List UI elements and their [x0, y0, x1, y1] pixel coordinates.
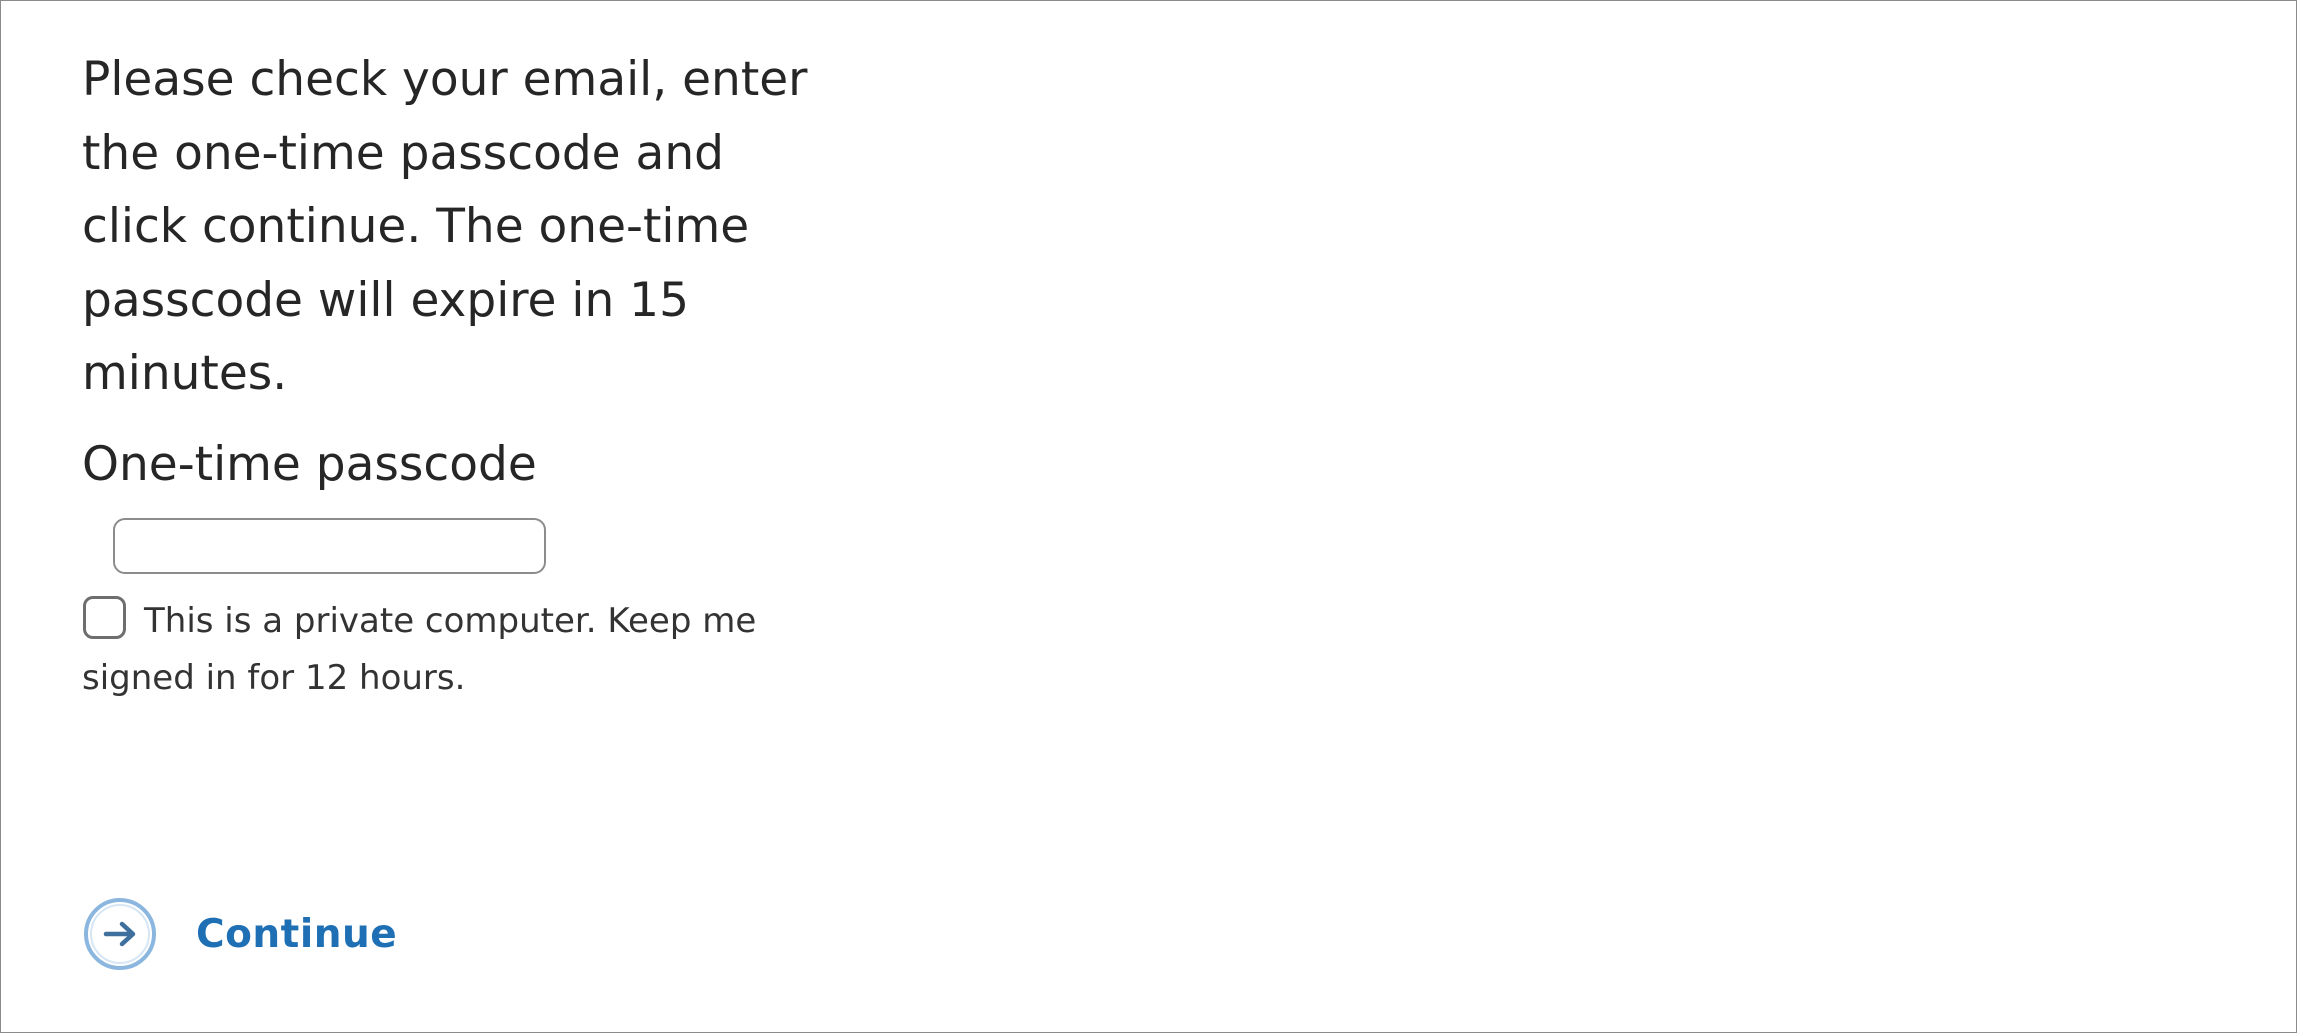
passcode-label: One-time passcode	[82, 437, 537, 492]
page-frame: Please check your email, enter the one-t…	[0, 0, 2297, 1033]
continue-button[interactable]: Continue	[82, 894, 397, 974]
passcode-input[interactable]	[113, 518, 546, 574]
keep-signed-in-checkbox[interactable]	[83, 596, 126, 639]
keep-signed-in-label[interactable]: This is a private computer. Keep me sign…	[82, 593, 802, 707]
continue-label[interactable]: Continue	[196, 912, 397, 957]
arrow-right-circle-icon[interactable]	[82, 896, 158, 972]
instructions-text: Please check your email, enter the one-t…	[82, 52, 808, 401]
